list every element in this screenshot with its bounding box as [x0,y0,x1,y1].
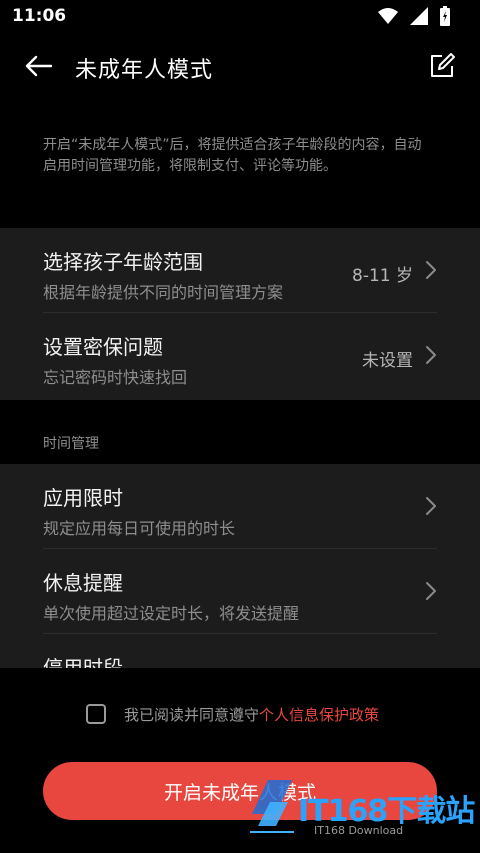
rest-reminder-row[interactable]: 休息提醒 单次使用超过设定时长，将发送提醒 [43,549,437,634]
wifi-icon [378,8,398,24]
watermark-logo-icon [250,780,294,833]
row-title: 设置密保问题 [43,335,163,359]
row-title: 休息提醒 [43,571,123,595]
row-subtitle: 规定应用每日可使用的时长 [43,519,236,538]
security-question-row[interactable]: 设置密保问题 忘记密码时快速找回 未设置 [43,313,437,397]
row-title: 应用限时 [43,486,123,510]
app-time-limit-row[interactable]: 应用限时 规定应用每日可使用的时长 [43,464,437,549]
age-range-row[interactable]: 选择孩子年龄范围 根据年龄提供不同的时间管理方案 8-11 岁 [43,228,437,313]
settings-card-profile: 选择孩子年龄范围 根据年龄提供不同的时间管理方案 8-11 岁 设置密保问题 忘… [0,228,480,400]
signal-icon [410,7,428,25]
agreement-text: 我已阅读并同意遵守 [124,705,260,724]
row-subtitle: 忘记密码时快速找回 [43,368,188,387]
row-title: 停用时段 [43,656,123,668]
chevron-right-icon [426,497,436,515]
edit-button[interactable] [424,48,460,84]
downtime-row[interactable]: 停用时段 [43,634,437,668]
page-title: 未成年人模式 [75,58,214,83]
row-title: 选择孩子年龄范围 [43,250,203,274]
edit-icon [431,53,455,77]
settings-card-time: 应用限时 规定应用每日可使用的时长 休息提醒 单次使用超过设定时长，将发送提醒 … [0,464,480,668]
section-header-time-management: 时间管理 [43,436,99,452]
agreement-checkbox[interactable] [86,704,106,724]
watermark-subtext: IT168 Download [314,824,404,837]
back-button[interactable] [18,48,58,84]
status-time: 11:06 [12,6,67,26]
watermark: IT168下载站 IT168 Download [248,768,478,848]
chevron-right-icon [426,261,436,279]
chevron-right-icon [426,346,436,364]
age-range-value: 8-11 岁 [352,266,413,286]
row-subtitle: 根据年龄提供不同的时间管理方案 [43,283,284,302]
back-arrow-icon [25,55,52,77]
battery-icon [440,6,450,26]
row-subtitle: 单次使用超过设定时长，将发送提醒 [43,604,300,623]
chevron-right-icon [426,582,436,600]
privacy-policy-link[interactable]: 个人信息保护政策 [259,704,379,725]
status-bar: 11:06 [0,0,480,34]
agreement: 我已阅读并同意遵守 个人信息保护政策 [86,702,379,726]
status-icons [378,6,450,26]
intro-text: 开启“未成年人模式”后，将提供适合孩子年龄段的内容，自动启用时间管理功能，将限制… [43,137,422,174]
security-question-value: 未设置 [362,351,413,371]
app-bar: 未成年人模式 [0,36,480,96]
